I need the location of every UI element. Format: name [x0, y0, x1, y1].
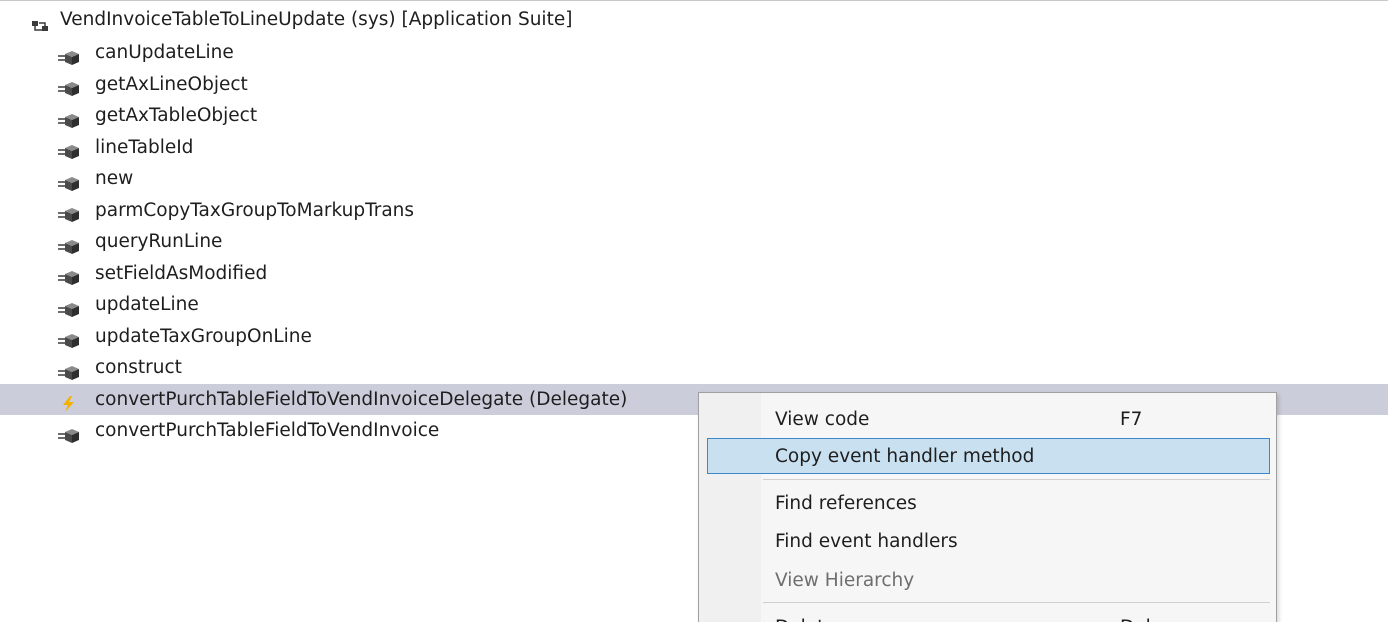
tree-root-node[interactable]: VendInvoiceTableToLineUpdate (sys) [Appl… [0, 2, 1388, 37]
tree-node-label: setFieldAsModified [95, 262, 268, 284]
menu-item-find-references[interactable]: Find references [707, 485, 1270, 521]
menu-item-copy-event-handler[interactable]: Copy event handler method [707, 438, 1270, 474]
menu-item-label: Find event handlers [775, 531, 958, 552]
tree-node-label: canUpdateLine [95, 42, 234, 63]
menu-item-delete[interactable]: Delete Del [707, 609, 1270, 622]
menu-separator [763, 602, 1270, 603]
tree-node-label: convertPurchTableFieldToVendInvoiceDeleg… [95, 388, 628, 410]
tree-node-construct[interactable]: construct [0, 352, 1388, 384]
tree-node-setfieldasmodified[interactable]: setFieldAsModified [0, 258, 1388, 290]
class-tree: VendInvoiceTableToLineUpdate (sys) [Appl… [0, 2, 1388, 447]
tree-node-label: parmCopyTaxGroupToMarkupTrans [95, 199, 415, 221]
method-icon [58, 360, 80, 376]
tree-node-updatetaxgrouponline[interactable]: updateTaxGroupOnLine [0, 321, 1388, 353]
tree-node-new[interactable]: new [0, 163, 1388, 195]
menu-separator [763, 479, 1270, 480]
menu-item-label: View code [775, 409, 870, 430]
method-icon [58, 423, 80, 439]
menu-item-view-hierarchy: View Hierarchy [707, 562, 1270, 598]
menu-item-view-code[interactable]: View code F7 [707, 401, 1270, 437]
tree-node-label: convertPurchTableFieldToVendInvoice [95, 420, 440, 441]
method-icon [58, 234, 80, 250]
menu-item-shortcut: Del [1120, 610, 1151, 622]
menu-item-find-event-handlers[interactable]: Find event handlers [707, 523, 1270, 559]
menu-item-label: Copy event handler method [775, 446, 1035, 467]
class-hierarchy-icon [30, 12, 52, 28]
context-menu: View code F7 Copy event handler method F… [698, 392, 1277, 622]
top-border [0, 0, 1388, 1]
menu-item-shortcut: F7 [1120, 409, 1143, 430]
menu-item-label: Delete [775, 610, 836, 622]
method-icon [58, 297, 80, 313]
method-icon [58, 108, 80, 124]
tree-node-linetableid[interactable]: lineTableId [0, 132, 1388, 164]
solution-explorer-frame: VendInvoiceTableToLineUpdate (sys) [Appl… [0, 0, 1388, 622]
tree-node-label: construct [95, 357, 182, 378]
method-icon [58, 202, 80, 218]
method-icon [58, 45, 80, 61]
tree-node-label: getAxLineObject [95, 73, 248, 95]
method-icon [58, 265, 80, 281]
menu-item-label: View Hierarchy [775, 570, 915, 591]
tree-node-getaxlineobject[interactable]: getAxLineObject [0, 69, 1388, 101]
method-icon [58, 139, 80, 155]
tree-node-getaxtableobject[interactable]: getAxTableObject [0, 100, 1388, 132]
tree-node-label: updateTaxGroupOnLine [95, 325, 312, 347]
tree-node-parmcopytaxgrouptomarkuptrans[interactable]: parmCopyTaxGroupToMarkupTrans [0, 195, 1388, 227]
method-icon [58, 76, 80, 92]
tree-node-canupdateline[interactable]: canUpdateLine [0, 37, 1388, 69]
tree-node-updateline[interactable]: updateLine [0, 289, 1388, 321]
tree-node-label: new [95, 168, 134, 189]
method-icon [58, 171, 80, 187]
tree-node-label: queryRunLine [95, 231, 223, 252]
tree-node-label: updateLine [95, 294, 199, 315]
method-icon [58, 328, 80, 344]
tree-root-label: VendInvoiceTableToLineUpdate (sys) [Appl… [60, 9, 573, 30]
tree-node-label: getAxTableObject [95, 105, 258, 126]
tree-node-label: lineTableId [95, 136, 194, 158]
menu-item-label: Find references [775, 493, 917, 514]
tree-node-queryrunline[interactable]: queryRunLine [0, 226, 1388, 258]
lightning-bolt-icon [58, 391, 80, 407]
